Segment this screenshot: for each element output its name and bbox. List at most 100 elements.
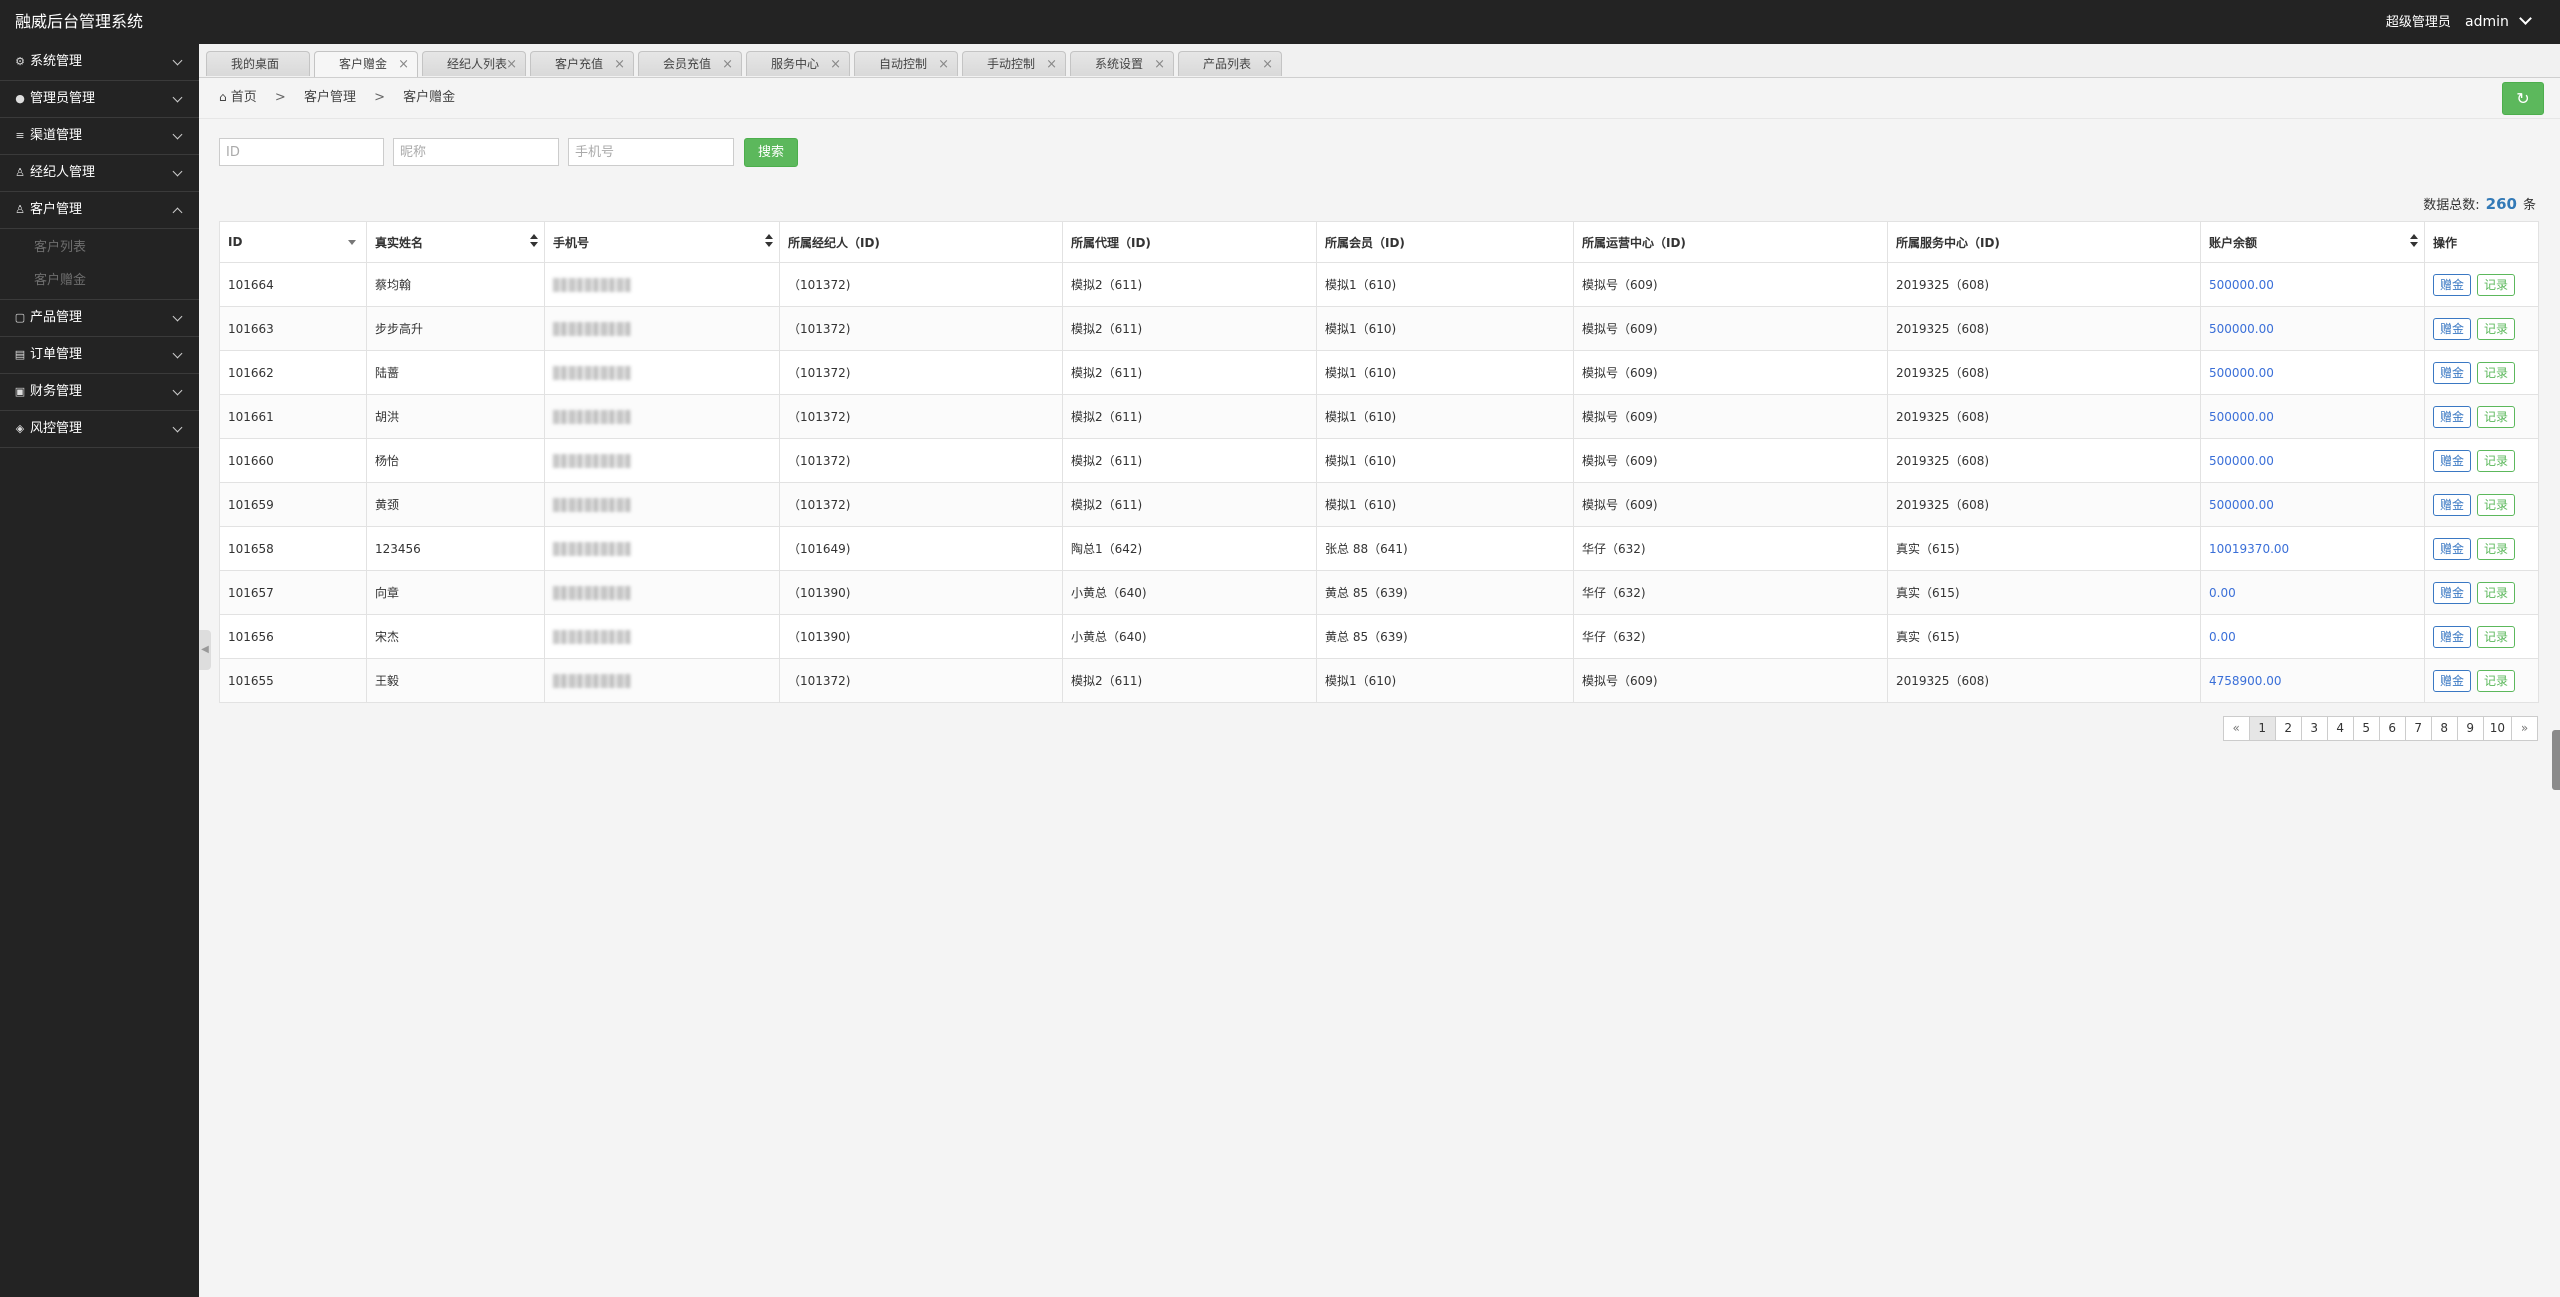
col-header-name[interactable]: 真实姓名 [366, 221, 545, 263]
close-icon[interactable]: × [1046, 52, 1057, 77]
record-button[interactable]: 记录 [2477, 537, 2516, 560]
page-button-3[interactable]: 3 [2300, 716, 2328, 741]
record-button[interactable]: 记录 [2477, 625, 2516, 648]
record-button[interactable]: 记录 [2477, 273, 2516, 296]
page-button-1[interactable]: 1 [2248, 716, 2276, 741]
refresh-button[interactable]: ↻ [2502, 82, 2544, 115]
sidebar-item-5[interactable]: ▢ 产品管理 [0, 300, 199, 337]
sidebar-item-6[interactable]: ▤ 订单管理 [0, 337, 199, 374]
cell-agent: 模拟2（611) [1062, 394, 1317, 439]
record-button[interactable]: 记录 [2477, 581, 2516, 604]
cell-balance[interactable]: 500000.00 [2200, 306, 2425, 351]
search-button[interactable]: 搜索 [744, 138, 798, 167]
close-icon[interactable]: × [722, 52, 733, 77]
gift-button[interactable]: 赠金 [2433, 537, 2472, 560]
breadcrumb-customer-mgmt[interactable]: 客户管理 [304, 90, 356, 105]
close-icon[interactable]: × [1154, 52, 1165, 77]
id-search-input[interactable] [219, 138, 384, 166]
tab-9[interactable]: 产品列表 × [1178, 51, 1282, 76]
gift-button[interactable]: 赠金 [2433, 273, 2472, 296]
close-icon[interactable]: × [398, 52, 409, 77]
next-page-button[interactable]: » [2511, 716, 2538, 741]
record-button[interactable]: 记录 [2477, 669, 2516, 692]
side-panel-handle[interactable] [2552, 730, 2560, 790]
cell-balance[interactable]: 500000.00 [2200, 350, 2425, 395]
col-header-id[interactable]: ID [219, 221, 367, 263]
cell-balance[interactable]: 0.00 [2200, 570, 2425, 615]
chevron-down-icon[interactable] [2519, 12, 2532, 25]
tab-label: 会员充值 [663, 57, 712, 71]
sidebar-subitem-1[interactable]: 客户赠金 [0, 264, 199, 297]
prev-page-button[interactable]: « [2222, 716, 2250, 741]
page-button-2[interactable]: 2 [2274, 716, 2302, 741]
cell-service-center: 真实（615) [1887, 614, 2201, 659]
gift-button[interactable]: 赠金 [2433, 669, 2472, 692]
sidebar-item-2[interactable]: ≡ 渠道管理 [0, 118, 199, 155]
sidebar-item-0[interactable]: ⚙ 系统管理 [0, 44, 199, 81]
page-button-5[interactable]: 5 [2352, 716, 2380, 741]
breadcrumb-home[interactable]: 首页 [231, 90, 257, 105]
blurred-phone [553, 453, 631, 468]
tab-7[interactable]: 手动控制 × [962, 51, 1066, 76]
tab-label: 手动控制 [987, 57, 1036, 71]
cell-name: 胡洪 [366, 394, 545, 439]
tab-6[interactable]: 自动控制 × [854, 51, 958, 76]
record-button[interactable]: 记录 [2477, 449, 2516, 472]
page-button-9[interactable]: 9 [2456, 716, 2484, 741]
phone-search-input[interactable] [568, 138, 734, 166]
gift-button[interactable]: 赠金 [2433, 493, 2472, 516]
tab-5[interactable]: 服务中心 × [746, 51, 850, 76]
cell-balance[interactable]: 500000.00 [2200, 262, 2425, 307]
tab-2[interactable]: 经纪人列表 × [422, 51, 526, 76]
username[interactable]: admin [2465, 14, 2509, 30]
sidebar-item-1[interactable]: ● 管理员管理 [0, 81, 199, 118]
cell-balance[interactable]: 4758900.00 [2200, 658, 2425, 703]
page-button-10[interactable]: 10 [2482, 716, 2512, 741]
page-button-6[interactable]: 6 [2378, 716, 2406, 741]
cell-balance[interactable]: 0.00 [2200, 614, 2425, 659]
record-button[interactable]: 记录 [2477, 361, 2516, 384]
nickname-search-input[interactable] [393, 138, 559, 166]
user-menu[interactable]: 超级管理员 admin [2386, 0, 2532, 45]
agent-icon: ♙ [15, 166, 25, 179]
tab-3[interactable]: 客户充值 × [530, 51, 634, 76]
record-button[interactable]: 记录 [2477, 317, 2516, 340]
col-header-phone[interactable]: 手机号 [544, 221, 780, 263]
home-icon[interactable]: ⌂ [219, 90, 227, 104]
close-icon[interactable]: × [614, 52, 625, 77]
record-button[interactable]: 记录 [2477, 405, 2516, 428]
tab-4[interactable]: 会员充值 × [638, 51, 742, 76]
gift-button[interactable]: 赠金 [2433, 317, 2472, 340]
gift-button[interactable]: 赠金 [2433, 449, 2472, 472]
pagination: «1 2 3 4 5 6 7 8 9 10» [2222, 716, 2538, 741]
close-icon[interactable]: × [938, 52, 949, 77]
sidebar-subitem-0[interactable]: 客户列表 [0, 231, 199, 264]
page-button-4[interactable]: 4 [2326, 716, 2354, 741]
gift-button[interactable]: 赠金 [2433, 405, 2472, 428]
cell-balance[interactable]: 500000.00 [2200, 394, 2425, 439]
close-icon[interactable]: × [506, 52, 517, 77]
cell-balance[interactable]: 500000.00 [2200, 482, 2425, 527]
cell-balance[interactable]: 10019370.00 [2200, 526, 2425, 571]
record-button[interactable]: 记录 [2477, 493, 2516, 516]
sidebar-item-4[interactable]: ♙ 客户管理 [0, 192, 199, 229]
chevron-down-icon [172, 385, 183, 396]
page-button-7[interactable]: 7 [2404, 716, 2432, 741]
gift-button[interactable]: 赠金 [2433, 581, 2472, 604]
col-header-balance[interactable]: 账户余额 [2200, 221, 2425, 263]
tab-0[interactable]: 我的桌面 [206, 51, 310, 76]
sidebar-collapse-handle[interactable]: ◀ [199, 630, 211, 670]
cell-agent: 模拟2（611) [1062, 658, 1317, 703]
cell-balance[interactable]: 500000.00 [2200, 438, 2425, 483]
sidebar-item-3[interactable]: ♙ 经纪人管理 [0, 155, 199, 192]
sidebar-item-7[interactable]: ▣ 财务管理 [0, 374, 199, 411]
close-icon[interactable]: × [830, 52, 841, 77]
sidebar-item-label: 渠道管理 [30, 128, 83, 143]
tab-8[interactable]: 系统设置 × [1070, 51, 1174, 76]
tab-1[interactable]: 客户赠金 × [314, 51, 418, 77]
page-button-8[interactable]: 8 [2430, 716, 2458, 741]
gift-button[interactable]: 赠金 [2433, 625, 2472, 648]
gift-button[interactable]: 赠金 [2433, 361, 2472, 384]
close-icon[interactable]: × [1262, 52, 1273, 77]
sidebar-item-8[interactable]: ◈ 风控管理 [0, 411, 199, 448]
